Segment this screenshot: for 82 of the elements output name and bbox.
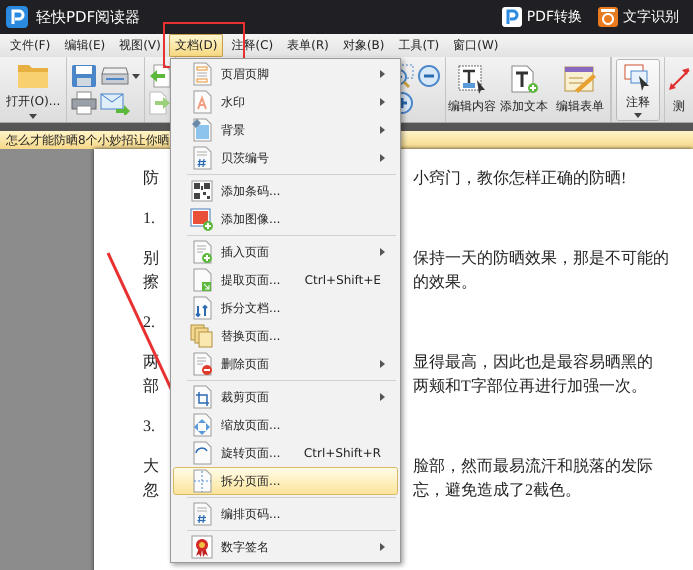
watermark-icon [191, 90, 213, 114]
menu-item[interactable]: 缩放页面... [173, 411, 398, 439]
add-text-icon [509, 64, 539, 94]
text-fragment: 3. [143, 418, 155, 435]
toolbar-link[interactable]: 文字识别 [623, 8, 679, 26]
menu-item[interactable]: 替换页面... [173, 322, 398, 350]
caret-icon [634, 112, 642, 118]
open-button[interactable]: 打开(O)... [6, 92, 60, 110]
menu-bar-item[interactable]: 视图(V) [113, 34, 167, 57]
menu-item[interactable]: 旋转页面... Ctrl+Shift+R [173, 439, 398, 467]
insert-page-icon [191, 240, 213, 264]
text-fragment: 部 [143, 378, 159, 395]
text-fragment: 擦 [143, 274, 159, 291]
text-fragment: 大 [143, 458, 159, 475]
ocr-icon[interactable] [598, 7, 618, 27]
menu-item[interactable]: 拆分页面... [173, 467, 398, 495]
split-arrows-icon [191, 296, 213, 320]
qr-code-icon [191, 180, 213, 202]
menu-item[interactable]: 添加条码... [173, 177, 398, 205]
text-line: 的效果。 [413, 274, 477, 291]
form-pencil-icon [563, 64, 597, 94]
background-icon [191, 118, 213, 142]
menu-item[interactable]: 提取页面... Ctrl+Shift+E [173, 266, 398, 294]
mail-icon[interactable] [100, 91, 130, 115]
page-number-icon [191, 502, 213, 526]
next-page-icon[interactable] [149, 91, 172, 115]
ribbon-seal-icon [191, 535, 213, 559]
text-fragment: 2. [143, 314, 155, 331]
split-page-icon [191, 469, 213, 493]
header-footer-icon [191, 62, 213, 86]
pdf-logo-icon[interactable] [502, 7, 522, 27]
menu-bar-item[interactable]: 工具(T) [392, 34, 446, 57]
toolbar-button[interactable]: 测 [665, 57, 693, 122]
menu-bar-item[interactable]: 编辑(E) [58, 34, 112, 57]
caret-icon[interactable] [29, 114, 38, 118]
text-fragment: 忽 [143, 482, 159, 499]
save-icon[interactable] [71, 64, 98, 88]
menu-bar-item[interactable]: 文件(F) [4, 34, 56, 57]
edit-text-icon [457, 64, 487, 94]
menu-item[interactable]: 拆分文档... [173, 294, 398, 322]
menu-item[interactable]: 添加图像... [173, 205, 398, 233]
page-number-icon [191, 146, 213, 170]
text-line: 保持一天的防晒效果，那是不可能的 [413, 250, 669, 267]
menu-item[interactable]: 水印 [173, 88, 398, 116]
caret-icon[interactable] [132, 74, 140, 78]
menu-item[interactable]: 页眉页脚 [173, 60, 398, 88]
menu-item[interactable]: 贝茨编号 [173, 144, 398, 172]
menu-bar-item[interactable]: 对象(B) [336, 34, 390, 57]
menu-bar-item[interactable]: 表单(R) [281, 34, 335, 57]
rotate-page-icon [191, 441, 213, 465]
text-fragment: 防 [143, 170, 159, 187]
menu-item[interactable]: 插入页面 [173, 238, 398, 266]
toolbar-button[interactable]: 编辑内容 [446, 57, 498, 122]
menu-item[interactable]: 裁剪页面 [173, 383, 398, 411]
app-logo-icon [6, 6, 28, 28]
menu-item[interactable]: 背景 [173, 116, 398, 144]
extract-page-icon [191, 268, 213, 292]
delete-page-icon [191, 352, 213, 376]
toolbar-button[interactable]: 添加文本 [498, 57, 550, 122]
text-line: 显得最高，因此也是最容易晒黑的 [413, 354, 653, 371]
toolbar-button[interactable]: 注释 [616, 58, 660, 120]
menu-item[interactable]: 数字签名 [173, 533, 398, 561]
menu-item[interactable]: 删除页面 [173, 350, 398, 378]
menu-item[interactable]: 编排页码... [173, 500, 398, 528]
zoom-out-icon[interactable] [417, 64, 441, 88]
previous-page-icon[interactable] [149, 64, 172, 88]
text-fragment: 别 [143, 250, 159, 267]
text-fragment: 1. [143, 210, 155, 227]
menu-bar-item[interactable]: 窗口(W) [447, 34, 504, 57]
stacked-pages-icon [190, 324, 214, 348]
move-arrows-icon [191, 413, 213, 437]
text-line: 两颊和T字部位再进行加强一次。 [413, 378, 647, 395]
window-title: 轻快PDF阅读器 [36, 8, 142, 26]
printer-icon[interactable] [71, 91, 98, 115]
toolbar-button[interactable]: 编辑表单 [554, 64, 606, 115]
toolbar-link[interactable]: PDF转换 [526, 8, 582, 26]
text-line: 小窍门，教你怎样正确的防晒! [413, 170, 626, 187]
menu-bar-item[interactable]: 文档(D) [168, 34, 224, 57]
text-line: 脸部，然而最易流汗和脱落的发际 [413, 458, 653, 475]
crop-icon [191, 385, 213, 409]
add-image-icon [190, 207, 214, 231]
text-line: 忘，避免造成了2截色。 [413, 482, 581, 499]
